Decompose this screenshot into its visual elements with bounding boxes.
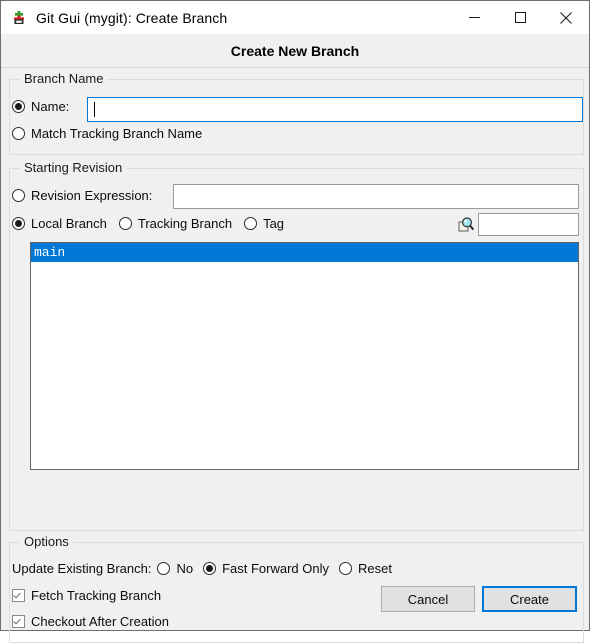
title-bar: Git Gui (mygit): Create Branch <box>1 1 589 34</box>
radio-match-tracking-mode[interactable] <box>12 127 25 140</box>
revision-expression-row[interactable]: Revision Expression: <box>12 188 152 203</box>
radio-local-branch-label: Local Branch <box>31 216 107 231</box>
radio-revision-expression[interactable] <box>12 189 25 202</box>
branch-name-mode-match-row[interactable]: Match Tracking Branch Name <box>12 126 202 141</box>
minimize-icon <box>468 17 480 18</box>
create-button[interactable]: Create <box>482 586 577 612</box>
radio-local-branch[interactable] <box>12 217 25 230</box>
radio-match-tracking-label: Match Tracking Branch Name <box>31 126 203 141</box>
options-group-title: Options <box>20 534 73 549</box>
page-title: Create New Branch <box>230 42 360 59</box>
minimize-button[interactable] <box>451 1 497 34</box>
list-item[interactable]: main <box>31 243 578 262</box>
branch-search-input[interactable] <box>478 213 579 236</box>
window-title: Git Gui (mygit): Create Branch <box>36 9 228 26</box>
revision-expression-input[interactable] <box>173 184 579 209</box>
branch-name-group: Branch Name Name: Match Tracking Branch … <box>9 71 584 155</box>
git-gui-icon <box>11 10 27 26</box>
branch-search-button[interactable] <box>454 213 478 236</box>
window-controls <box>451 1 589 34</box>
dialog-header: Create New Branch <box>1 34 589 68</box>
branch-name-input[interactable] <box>87 97 583 122</box>
branch-name-mode-name-row[interactable]: Name: <box>12 99 69 114</box>
radio-revision-expression-label: Revision Expression: <box>31 188 153 203</box>
cancel-button[interactable]: Cancel <box>381 586 475 612</box>
revision-kind-row: Local Branch Tracking Branch Tag <box>12 216 284 231</box>
radio-tracking-branch-label: Tracking Branch <box>137 216 233 231</box>
radio-name-mode[interactable] <box>12 100 25 113</box>
magnifier-icon <box>458 217 474 232</box>
maximize-button[interactable] <box>497 1 543 34</box>
text-caret <box>94 102 95 117</box>
close-icon <box>560 11 572 24</box>
close-button[interactable] <box>543 1 589 34</box>
branch-list[interactable]: main <box>30 242 579 470</box>
branch-name-group-title: Branch Name <box>20 71 108 86</box>
create-branch-window: Git Gui (mygit): Create Branch Create Ne… <box>0 0 590 643</box>
radio-tracking-branch[interactable] <box>118 217 132 230</box>
radio-tag-label: Tag <box>263 216 285 231</box>
maximize-icon <box>514 12 526 23</box>
dialog-footer: Cancel Create <box>1 572 589 630</box>
starting-revision-group-title: Starting Revision <box>20 160 127 175</box>
radio-name-mode-label: Name: <box>31 99 70 114</box>
starting-revision-group: Starting Revision Revision Expression: L… <box>9 160 584 531</box>
radio-tag[interactable] <box>244 217 258 230</box>
dialog-body: Branch Name Name: Match Tracking Branch … <box>1 68 589 643</box>
